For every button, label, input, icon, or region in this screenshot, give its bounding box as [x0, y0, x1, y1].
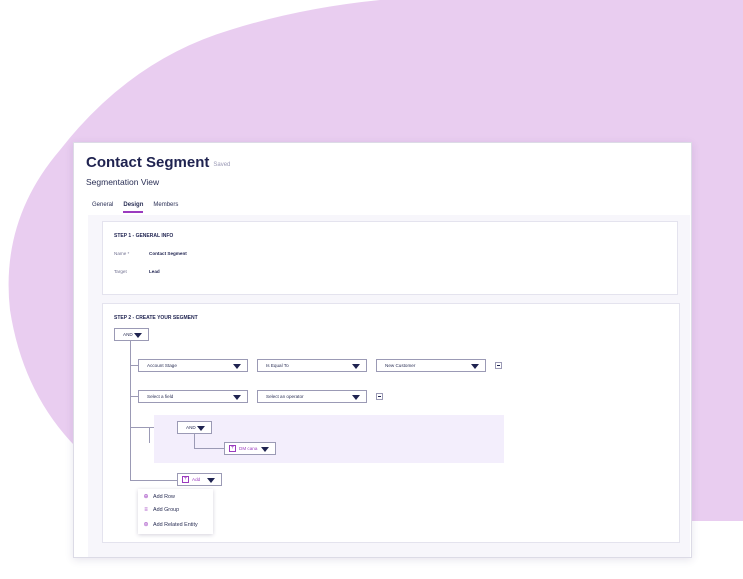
row2-operator-placeholder: Select an operator [266, 394, 304, 399]
chevron-down-icon [352, 395, 360, 400]
chevron-down-icon [471, 364, 479, 369]
saved-status: Saved [213, 162, 231, 168]
chevron-down-icon [352, 364, 360, 369]
page-subtitle: Segmentation View [86, 177, 160, 187]
menu-item-add-row[interactable]: ⊕ Add Row [142, 493, 175, 501]
target-value[interactable]: Lead [149, 269, 160, 274]
tab-design[interactable]: Design [123, 202, 144, 213]
row1-field-value: Account Stage [147, 363, 177, 368]
step2-heading: STEP 2 - CREATE YOUR SEGMENT [114, 315, 198, 321]
add-menu: ⊕ Add Row ≡ Add Group ⊛ Add Related Entity [138, 489, 213, 534]
root-operator-value: AND [123, 332, 133, 337]
tab-members[interactable]: Members [153, 202, 178, 213]
group-icon: ≡ [144, 507, 148, 513]
menu-item-label: Add Group [153, 507, 180, 513]
root-operator-dropdown[interactable]: AND [114, 328, 149, 341]
group-entity-value: DM cana [239, 446, 258, 451]
chevron-down-icon [197, 426, 205, 431]
tree-connector [194, 448, 224, 449]
chevron-down-icon [233, 364, 241, 369]
tree-line [130, 341, 131, 481]
tab-general[interactable]: General [92, 202, 113, 213]
menu-item-add-related-entity[interactable]: ⊛ Add Related Entity [142, 521, 198, 529]
row2-operator-dropdown[interactable]: Select an operator [257, 390, 367, 403]
menu-item-label: Add Row [153, 493, 175, 500]
step2-panel: STEP 2 - CREATE YOUR SEGMENT AND Account… [102, 303, 680, 543]
chevron-down-icon [207, 478, 215, 483]
group-operator-dropdown[interactable]: AND [177, 421, 212, 434]
tree-line [149, 427, 150, 443]
segment-window: Contact Segment Saved Segmentation View G… [73, 142, 692, 558]
remove-row-button[interactable] [376, 393, 383, 400]
tree-connector [130, 427, 154, 428]
menu-item-add-group[interactable]: ≡ Add Group [142, 507, 179, 513]
row1-field-dropdown[interactable]: Account Stage [138, 359, 248, 372]
row1-operator-value: Is Equal To [266, 363, 289, 368]
add-button[interactable]: + Add [177, 473, 222, 486]
row1-operator-dropdown[interactable]: Is Equal To [257, 359, 367, 372]
add-button-label: Add [192, 477, 201, 482]
remove-row-button[interactable] [495, 362, 502, 369]
row1-value-text: New Customer [385, 363, 416, 368]
row2-field-placeholder: Select a field [147, 394, 174, 399]
row2-field-dropdown[interactable]: Select a field [138, 390, 248, 403]
chevron-down-icon [134, 333, 142, 338]
tree-line [194, 434, 195, 448]
target-label: Target [114, 269, 127, 274]
plus-circle-icon: ⊕ [143, 494, 149, 500]
related-entity-icon: ⊛ [143, 522, 149, 528]
nested-group: AND + DM cana [149, 415, 504, 463]
step1-heading: STEP 1 - GENERAL INFO [114, 233, 174, 239]
step1-panel: STEP 1 - GENERAL INFO Name * Contact Seg… [102, 221, 678, 295]
plus-icon: + [182, 476, 189, 483]
group-entity-dropdown[interactable]: + DM cana [224, 442, 276, 455]
design-content: STEP 1 - GENERAL INFO Name * Contact Seg… [88, 215, 690, 557]
tab-bar: General Design Members [92, 202, 178, 213]
page-title: Contact Segment Saved [86, 154, 231, 171]
tree-connector [130, 396, 138, 397]
chevron-down-icon [233, 395, 241, 400]
plus-icon: + [229, 445, 236, 452]
menu-item-label: Add Related Entity [153, 521, 198, 528]
name-label: Name * [114, 251, 130, 256]
name-value[interactable]: Contact Segment [149, 251, 187, 256]
group-operator-value: AND [186, 425, 196, 430]
tree-connector [130, 365, 138, 366]
chevron-down-icon [261, 447, 269, 452]
tree-connector [130, 480, 177, 481]
row1-value-dropdown[interactable]: New Customer [376, 359, 486, 372]
